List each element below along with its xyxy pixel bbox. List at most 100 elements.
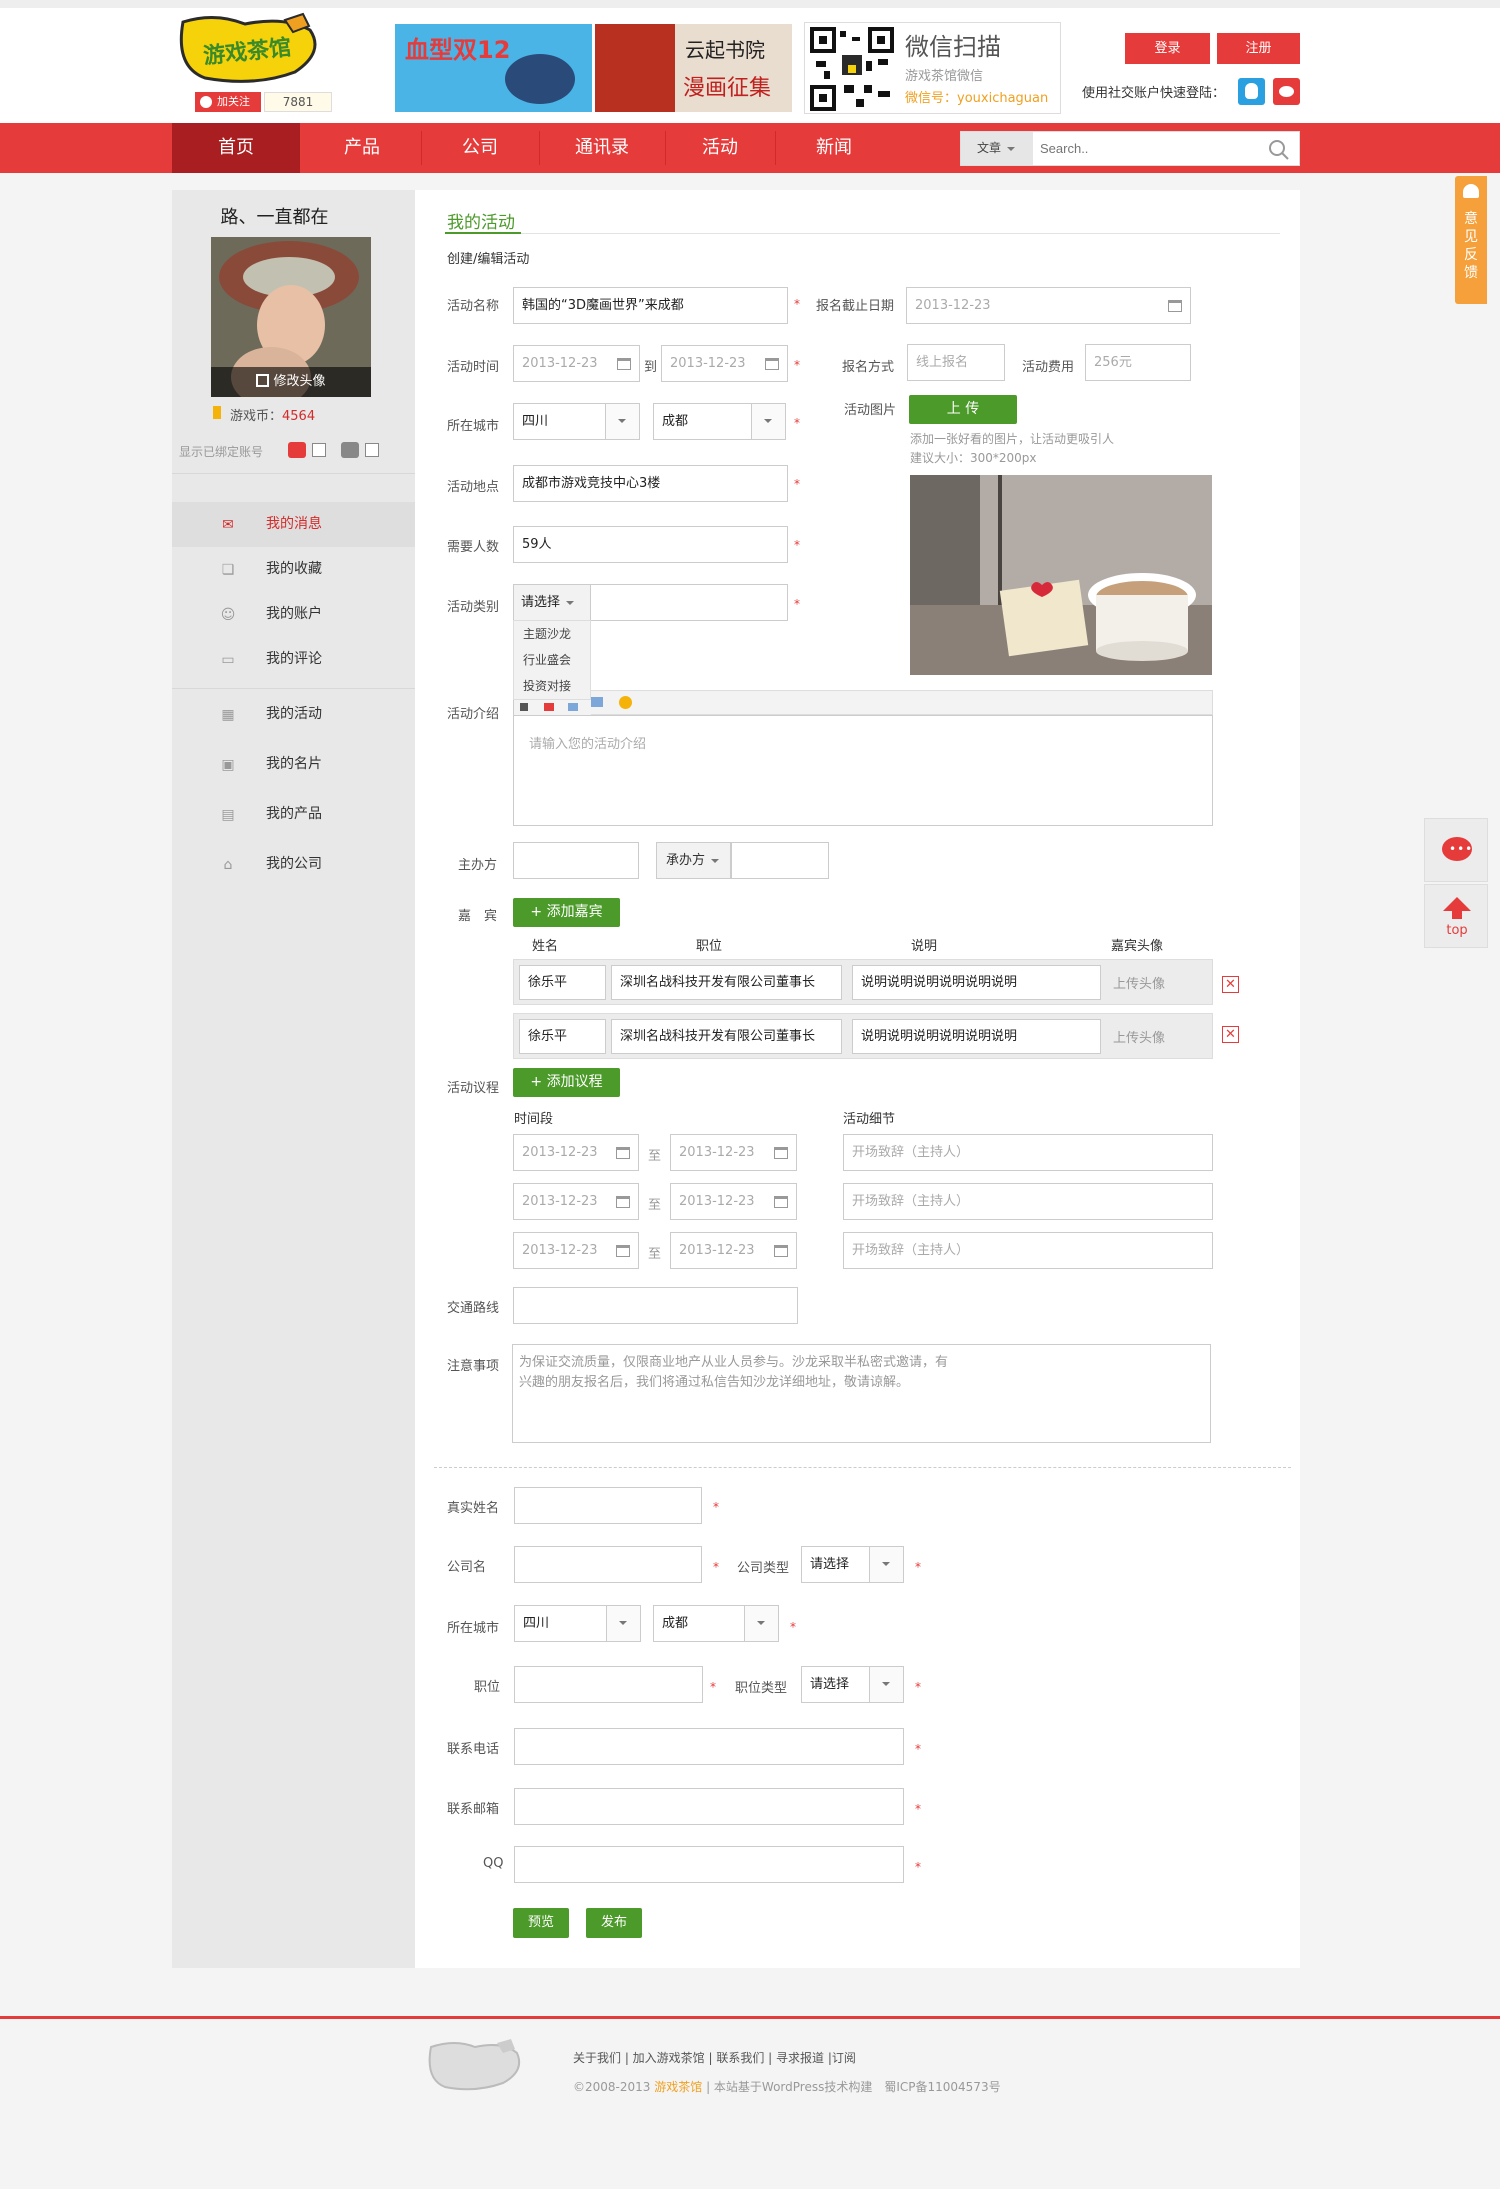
position-type-select[interactable]: 请选择: [801, 1666, 904, 1703]
bold-icon[interactable]: [520, 703, 528, 711]
sidebar-item-products[interactable]: ▤ 我的产品: [172, 792, 415, 837]
host-input[interactable]: [513, 842, 639, 879]
weibo-bind-checkbox[interactable]: [312, 443, 326, 457]
agenda-detail-input[interactable]: 开场致辞（主持人）: [843, 1232, 1213, 1269]
nav-events[interactable]: 活动: [666, 123, 774, 173]
chat-float-button[interactable]: •••: [1424, 818, 1488, 882]
ad-banner-1[interactable]: 血型双12: [395, 24, 592, 112]
event-name-input[interactable]: 韩国的“3D魔画世界”来成都: [513, 287, 788, 324]
footer-links[interactable]: 关于我们 | 加入游戏茶馆 | 联系我们 | 寻求报道 |订阅: [573, 2049, 856, 2066]
company-name-input[interactable]: [514, 1546, 702, 1583]
event-image-preview: [910, 475, 1212, 675]
agenda-from-input[interactable]: 2013-12-23: [513, 1183, 639, 1220]
fee-input[interactable]: 256元: [1085, 344, 1191, 381]
nav-company[interactable]: 公司: [422, 123, 538, 173]
qq-bind-icon[interactable]: [341, 442, 359, 458]
category-option[interactable]: 行业盛会: [523, 651, 571, 668]
guest-title-input[interactable]: 深圳名战科技开发有限公司董事长: [611, 1019, 842, 1054]
color-icon[interactable]: [544, 703, 554, 711]
deadline-input[interactable]: 2013-12-23: [906, 287, 1191, 324]
guest-title-input[interactable]: 深圳名战科技开发有限公司董事长: [611, 965, 842, 1000]
contact-province-select[interactable]: 四川: [514, 1605, 641, 1642]
upload-avatar-button[interactable]: 上传头像: [1113, 973, 1165, 992]
add-guest-button[interactable]: + 添加嘉宾: [513, 898, 620, 927]
preview-button[interactable]: 预览: [513, 1908, 569, 1938]
position-input[interactable]: [514, 1666, 703, 1703]
category-input[interactable]: [590, 584, 788, 621]
nav-news[interactable]: 新闻: [776, 123, 892, 173]
back-to-top-button[interactable]: top: [1424, 884, 1488, 948]
weibo-login-icon[interactable]: [1273, 78, 1300, 105]
agenda-from-input[interactable]: 2013-12-23: [513, 1232, 639, 1269]
guest-desc-input[interactable]: 说明说明说明说明说明说明: [852, 1019, 1101, 1054]
agenda-to-input[interactable]: 2013-12-23: [670, 1134, 797, 1171]
follow-button[interactable]: 加关注: [195, 92, 261, 112]
ad-2-title: 云起书院: [685, 38, 765, 62]
category-option[interactable]: 主题沙龙: [523, 625, 571, 642]
category-dropdown[interactable]: 请选择: [513, 584, 591, 621]
co-host-dropdown[interactable]: 承办方: [656, 842, 731, 879]
guest-desc-input[interactable]: 说明说明说明说明说明说明: [852, 965, 1101, 1000]
search-input[interactable]: [1034, 132, 1264, 165]
logo[interactable]: 游戏茶馆: [175, 12, 325, 88]
contact-city-select[interactable]: 成都: [653, 1605, 779, 1642]
agenda-from-input[interactable]: 2013-12-23: [513, 1134, 639, 1171]
notice-textarea[interactable]: 为保证交流质量，仅限商业地产从业人员参与。沙龙采取半私密式邀请，有 兴趣的朋友报…: [512, 1344, 1211, 1443]
intro-textarea[interactable]: 请输入您的活动介绍: [513, 715, 1213, 826]
login-button[interactable]: 登录: [1125, 33, 1210, 64]
email-input[interactable]: [514, 1788, 904, 1825]
change-avatar-button[interactable]: 修改头像: [211, 367, 371, 397]
nav-contacts[interactable]: 通讯录: [540, 123, 664, 173]
ad-banner-2[interactable]: 云起书院 漫画征集: [595, 24, 792, 112]
agenda-detail-input[interactable]: 开场致辞（主持人）: [843, 1183, 1213, 1220]
search-category-select[interactable]: 文章: [961, 132, 1033, 165]
nav-home[interactable]: 首页: [172, 123, 300, 173]
contact-city-label: 所在城市: [447, 1621, 500, 1636]
image-icon[interactable]: [591, 697, 603, 707]
add-agenda-button[interactable]: + 添加议程: [513, 1068, 620, 1097]
qq-input[interactable]: [514, 1846, 904, 1883]
sidebar-item-messages[interactable]: ✉ 我的消息: [172, 502, 415, 547]
link-icon[interactable]: [568, 703, 578, 711]
publish-button[interactable]: 发布: [586, 1908, 642, 1938]
guest-name-input[interactable]: 徐乐平: [519, 965, 606, 1000]
agenda-detail-input[interactable]: 开场致辞（主持人）: [843, 1134, 1213, 1171]
city-label: 所在城市: [447, 419, 500, 434]
smiley-icon[interactable]: [619, 696, 632, 709]
register-button[interactable]: 注册: [1217, 33, 1300, 64]
province-select[interactable]: 四川: [513, 403, 640, 440]
traffic-input[interactable]: [513, 1287, 798, 1324]
sidebar-item-card[interactable]: ▣ 我的名片: [172, 742, 415, 787]
event-time-from-input[interactable]: 2013-12-23: [513, 345, 640, 382]
event-time-to-input[interactable]: 2013-12-23: [661, 345, 788, 382]
phone-input[interactable]: [514, 1728, 904, 1765]
sidebar-item-favorites[interactable]: ❏ 我的收藏: [172, 547, 415, 592]
sidebar-item-events[interactable]: ▦ 我的活动: [172, 692, 415, 737]
nav-products[interactable]: 产品: [304, 123, 420, 173]
location-input[interactable]: 成都市游戏竞技中心3楼: [513, 465, 788, 502]
guest-name-input[interactable]: 徐乐平: [519, 1019, 606, 1054]
sidebar-item-account[interactable]: ☺ 我的账户: [172, 592, 415, 637]
city-select[interactable]: 成都: [653, 403, 786, 440]
upload-avatar-button[interactable]: 上传头像: [1113, 1027, 1165, 1046]
delete-guest-icon[interactable]: ✕: [1222, 1026, 1239, 1043]
weibo-bind-icon[interactable]: [288, 442, 306, 458]
sidebar-item-company[interactable]: ⌂ 我的公司: [172, 842, 415, 887]
sidebar-item-comments[interactable]: ▭ 我的评论: [172, 637, 415, 682]
signup-method-input[interactable]: 线上报名: [907, 344, 1005, 381]
company-type-select[interactable]: 请选择: [801, 1546, 904, 1583]
search-icon[interactable]: [1264, 136, 1294, 163]
avatar[interactable]: 修改头像: [211, 237, 371, 397]
feedback-tab[interactable]: 意见反馈: [1455, 176, 1487, 304]
category-option[interactable]: 投资对接: [523, 677, 571, 694]
agenda-to-input[interactable]: 2013-12-23: [670, 1232, 797, 1269]
upload-button[interactable]: 上 传: [909, 395, 1017, 424]
qq-bind-checkbox[interactable]: [365, 443, 379, 457]
agenda-to-input[interactable]: 2013-12-23: [670, 1183, 797, 1220]
co-host-input[interactable]: [731, 842, 829, 879]
people-input[interactable]: 59人: [513, 526, 788, 563]
delete-guest-icon[interactable]: ✕: [1222, 976, 1239, 993]
qq-login-icon[interactable]: [1238, 78, 1265, 105]
real-name-input[interactable]: [514, 1487, 702, 1524]
footer-logo[interactable]: [425, 2037, 525, 2095]
